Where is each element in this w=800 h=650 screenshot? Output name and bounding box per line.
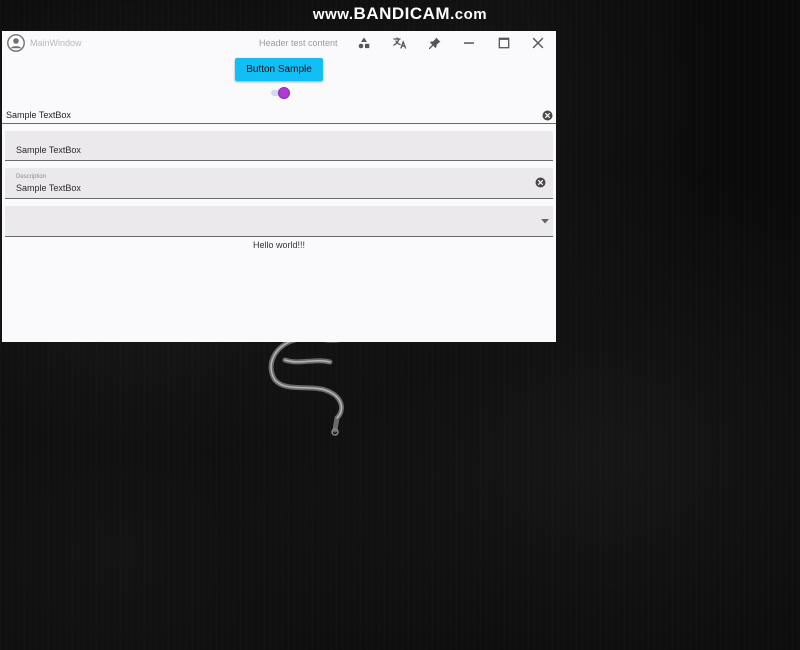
watermark-prefix: www. [312,6,354,23]
clear-icon [542,110,553,121]
described-textbox[interactable]: Description Sample TextBox [5,168,553,199]
filled-textbox-value: Sample TextBox [16,145,81,155]
close-icon [532,37,544,49]
close-button[interactable] [527,33,549,53]
plain-textbox[interactable]: Sample TextBox [2,106,556,124]
header-content: Header test content [259,38,338,48]
shapes-icon [358,37,370,49]
title-bar: MainWindow Header test content [2,31,556,55]
sample-toggle[interactable] [270,87,292,99]
toggle-thumb [278,87,290,99]
bandicam-watermark: www.BANDICAM.com [0,4,800,24]
watermark-suffix: .com [450,6,488,23]
watermark-brand: BANDICAM [353,4,451,23]
pin-icon [429,37,441,49]
pin-button[interactable] [424,33,446,53]
wallpaper-snake-logo [268,332,368,436]
described-textbox-hint: Description [16,174,47,180]
maximize-button[interactable] [493,33,515,53]
minimize-icon [464,42,474,44]
hello-text: Hello world!!! [252,240,306,250]
avatar-icon[interactable] [7,34,25,52]
maximize-icon [498,37,510,49]
main-window: MainWindow Header test content Button Sa… [2,31,556,342]
clear-icon [535,177,546,188]
dropdown-arrow-icon [541,219,549,224]
window-title: MainWindow [30,38,82,48]
shapes-button[interactable] [353,33,375,53]
described-textbox-value: Sample TextBox [16,183,81,193]
sample-button[interactable]: Button Sample [235,58,323,81]
minimize-button[interactable] [458,33,480,53]
translate-icon [393,37,407,49]
plain-clear-button[interactable] [542,110,553,121]
described-clear-button[interactable] [535,177,546,188]
filled-textbox[interactable]: Sample TextBox [5,131,553,161]
plain-textbox-value: Sample TextBox [6,110,71,120]
translate-button[interactable] [389,33,411,53]
sample-combobox[interactable] [5,206,553,237]
